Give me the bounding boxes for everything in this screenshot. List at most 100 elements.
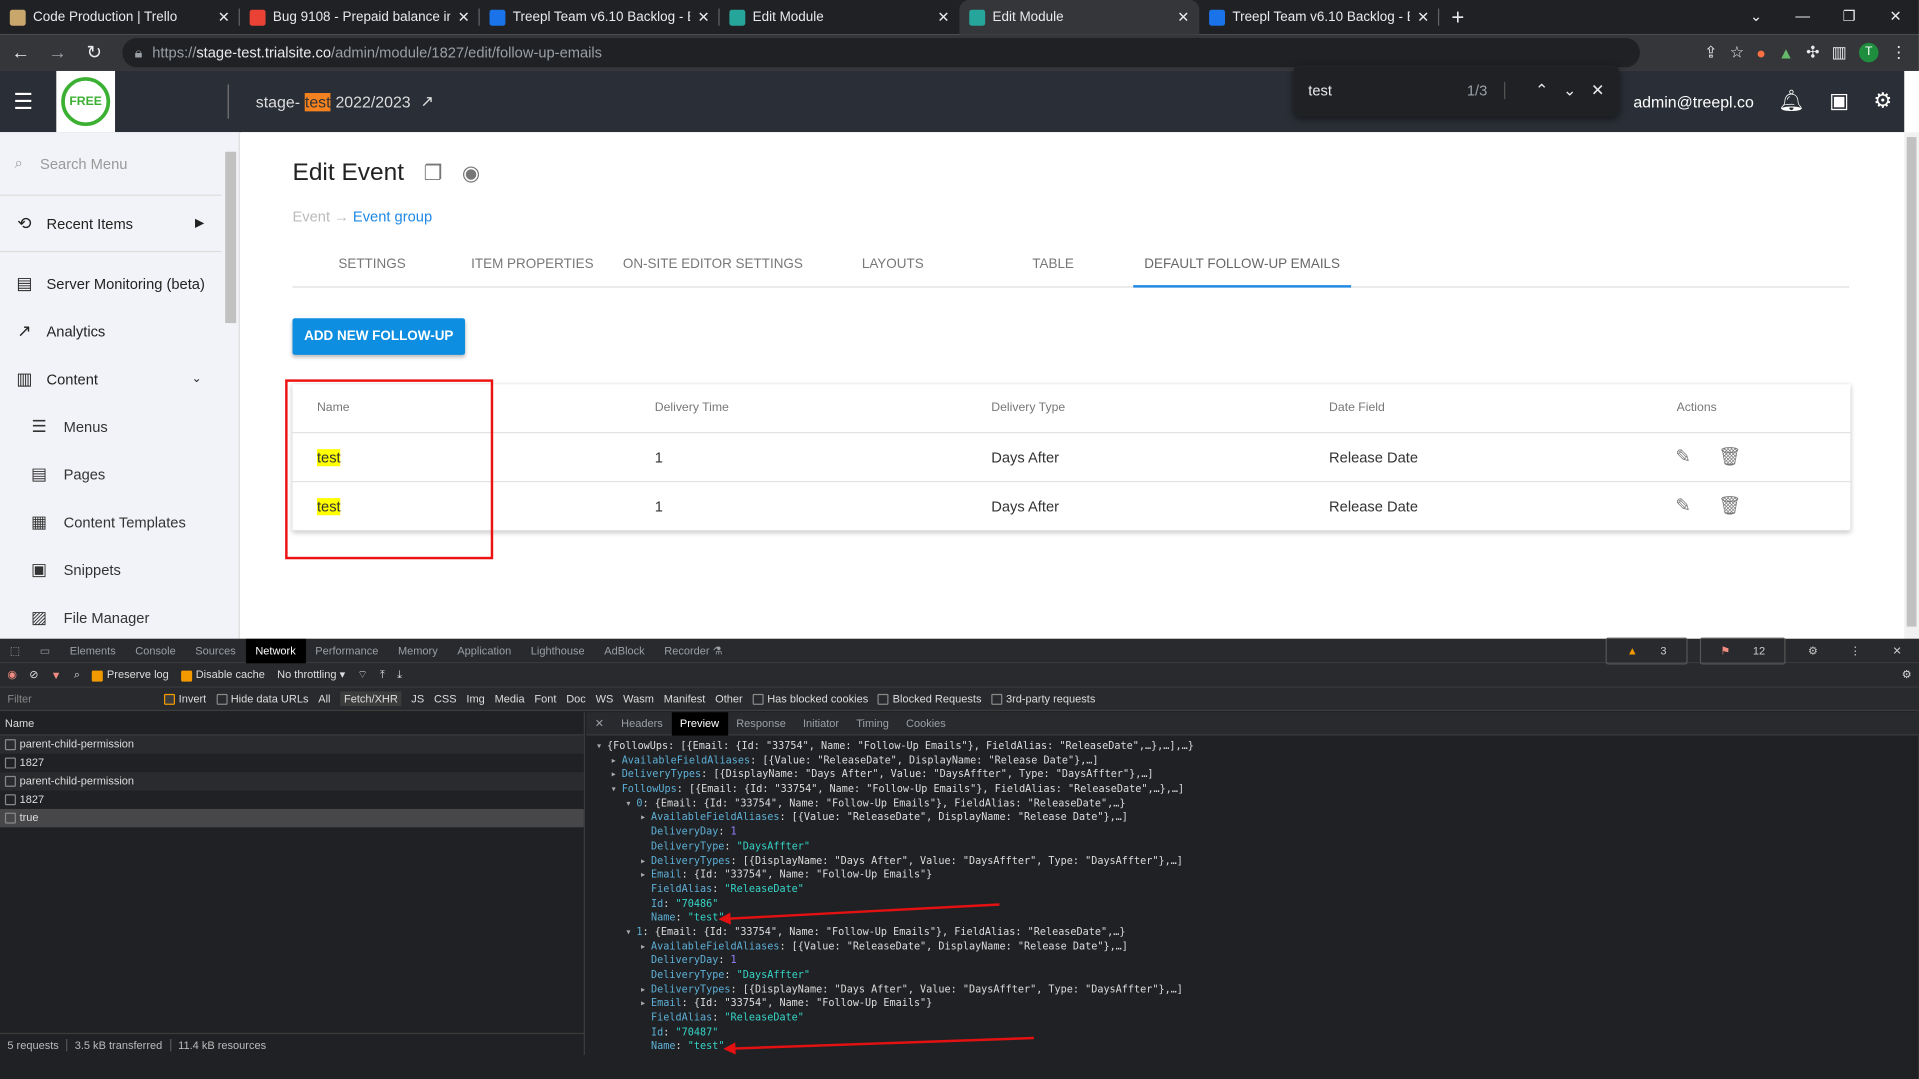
tab-on-site-editor-settings[interactable]: ON-SITE EDITOR SETTINGS — [613, 250, 812, 288]
find-next-button[interactable]: ⌄ — [1563, 81, 1576, 101]
invert-checkbox[interactable]: Invert — [163, 693, 206, 705]
table-row[interactable]: test 1 Days After Release Date ✎ 🗑︎ — [292, 482, 1851, 532]
close-tab-icon[interactable]: ✕ — [697, 9, 709, 26]
type-filter-fetch-xhr[interactable]: Fetch/XHR — [340, 691, 402, 707]
type-filter-ws[interactable]: WS — [596, 693, 614, 705]
new-tab-button[interactable]: + — [1439, 0, 1476, 34]
json-tree-line[interactable]: ▸ DeliveryTypes: [{DisplayName: "Days Aft… — [586, 854, 1919, 868]
collapsed-triangle-icon[interactable]: ▸ — [640, 854, 651, 868]
has-blocked-cookies-checkbox[interactable]: Has blocked cookies — [752, 693, 868, 705]
type-filter-other[interactable]: Other — [715, 693, 743, 705]
sidebar-item-content-templates[interactable]: ▦ Content Templates — [0, 498, 239, 546]
json-tree-line[interactable]: ▸ Email: {Id: "33754", Name: "Follow-Up E… — [586, 868, 1919, 882]
json-tree-line[interactable]: ▸ DeliveryTypes: [{DisplayName: "Days Aft… — [586, 982, 1919, 996]
tab-settings[interactable]: SETTINGS — [292, 250, 451, 288]
disable-cache-checkbox[interactable]: Disable cache — [181, 669, 265, 682]
extension-icon[interactable]: ● — [1756, 43, 1766, 61]
blocked-requests-checkbox[interactable]: Blocked Requests — [878, 693, 981, 705]
details-tab-initiator[interactable]: Initiator — [794, 712, 847, 735]
json-tree-line[interactable]: ▸ AvailableFieldAliases: [{Value: "Releas… — [586, 939, 1919, 953]
back-button[interactable]: ← — [5, 42, 37, 63]
close-tab-icon[interactable]: ✕ — [1177, 9, 1189, 26]
sidepanel-icon[interactable]: ▥ — [1832, 43, 1847, 63]
browser-tab[interactable]: Bug 9108 - Prepaid balance impr ✕ — [240, 0, 480, 34]
sidebar-item-content[interactable]: ▥ Content ⌄ — [0, 355, 239, 403]
type-filter-css[interactable]: CSS — [434, 693, 457, 705]
sidebar-item-snippets[interactable]: ▣ Snippets — [0, 546, 239, 594]
minimize-button[interactable]: — — [1779, 0, 1826, 34]
bookmark-star-icon[interactable]: ☆ — [1730, 43, 1744, 63]
filter-input[interactable]: Filter — [7, 693, 154, 705]
browser-tab[interactable]: Treepl Team v6.10 Backlog - Boar✕ — [480, 0, 720, 34]
search-icon[interactable]: ⌕ — [74, 668, 80, 681]
search-menu-input[interactable]: ⌕ Search Menu — [0, 132, 222, 196]
details-tab-preview[interactable]: Preview — [671, 711, 728, 735]
close-window-button[interactable]: ✕ — [1872, 0, 1919, 34]
external-link-icon[interactable]: ↗ — [420, 92, 433, 112]
collapsed-triangle-icon[interactable]: ▸ — [611, 768, 622, 782]
request-row[interactable]: parent-child-permission — [0, 735, 584, 754]
tab-default-follow-up-emails[interactable]: DEFAULT FOLLOW-UP EMAILS — [1133, 250, 1352, 288]
collapsed-triangle-icon[interactable]: ▸ — [640, 868, 651, 882]
close-tab-icon[interactable]: ✕ — [1417, 9, 1429, 26]
throttling-select[interactable]: No throttling ▾ — [277, 668, 345, 681]
column-header[interactable]: Delivery Type — [991, 384, 1065, 433]
json-tree-line[interactable]: ▸ DeliveryTypes: [{DisplayName: "Days Aft… — [586, 768, 1919, 782]
expanded-triangle-icon[interactable]: ▾ — [625, 796, 636, 810]
kebab-menu-icon[interactable]: ⋮ — [1891, 43, 1907, 63]
type-filter-font[interactable]: Font — [534, 693, 556, 705]
close-tab-icon[interactable]: ✕ — [937, 9, 949, 26]
details-tab-response[interactable]: Response — [728, 712, 795, 735]
site-logo[interactable]: FREE — [56, 70, 116, 133]
trash-icon[interactable]: 🗑︎ — [1718, 482, 1741, 531]
view-icon[interactable]: ◉ — [462, 161, 480, 185]
json-tree-line[interactable]: ▾ 0: {Email: {Id: "33754", Name: "Follow-… — [586, 796, 1919, 810]
type-filter-js[interactable]: JS — [411, 693, 424, 705]
network-conditions-icon[interactable]: ⌔ — [357, 668, 367, 681]
devtools-tab-recorder[interactable]: Recorder ⚗ — [654, 638, 732, 662]
json-tree-line[interactable]: ▾ 1: {Email: {Id: "33754", Name: "Follow-… — [586, 925, 1919, 939]
reload-button[interactable]: ↻ — [78, 42, 110, 64]
filter-icon[interactable]: ▼ — [51, 669, 62, 681]
url-input[interactable]: 🔒︎ https://stage-test.trialsite.co/admin… — [122, 37, 1640, 68]
close-tab-icon[interactable]: ✕ — [458, 9, 470, 26]
forward-button[interactable]: → — [42, 42, 74, 63]
gear-icon[interactable]: ⚙ — [1873, 89, 1892, 113]
expanded-triangle-icon[interactable]: ▾ — [625, 925, 636, 939]
profile-avatar[interactable]: T — [1858, 42, 1879, 63]
collapsed-triangle-icon[interactable]: ▸ — [640, 982, 651, 996]
json-tree-line[interactable]: ▸ Email: {Id: "33754", Name: "Follow-Up E… — [586, 997, 1919, 1011]
column-header[interactable]: Delivery Time — [655, 384, 729, 433]
trash-icon[interactable]: 🗑︎ — [1718, 433, 1741, 482]
sidebar-item-analytics[interactable]: ↗ Analytics — [0, 307, 239, 355]
table-row[interactable]: test 1 Days After Release Date ✎ 🗑︎ — [292, 433, 1851, 483]
clear-icon[interactable]: ⊘ — [29, 668, 38, 681]
request-row-selected[interactable]: true — [0, 808, 584, 828]
warnings-badge[interactable]: ▲ 3 — [1606, 637, 1688, 665]
record-icon[interactable]: ◉ — [7, 668, 17, 681]
collapsed-triangle-icon[interactable]: ▸ — [640, 811, 651, 825]
find-prev-button[interactable]: ⌃ — [1535, 81, 1548, 101]
sidebar-item-pages[interactable]: ▤ Pages — [0, 450, 239, 498]
close-tab-icon[interactable]: ✕ — [218, 9, 230, 26]
find-input[interactable]: test — [1308, 82, 1467, 99]
json-tree-line[interactable]: ▾ FollowUps: [{Email: {Id: "33754", Name:… — [586, 782, 1919, 796]
browser-tab[interactable]: Treepl Team v6.10 Backlog - Boar✕ — [1199, 0, 1440, 34]
export-har-icon[interactable]: ⤓ — [397, 668, 402, 681]
type-filter-img[interactable]: Img — [466, 693, 484, 705]
edit-icon[interactable]: ✎ — [1675, 433, 1690, 482]
scrollbar-thumb[interactable] — [225, 151, 237, 324]
sidebar-item-recent-items[interactable]: ⟲ Recent Items ▶ — [0, 196, 222, 253]
close-details-icon[interactable]: ✕ — [586, 712, 612, 735]
type-filter-manifest[interactable]: Manifest — [664, 693, 706, 705]
tab-layouts[interactable]: LAYOUTS — [813, 250, 973, 288]
devtools-tab-adblock[interactable]: AdBlock — [594, 638, 654, 662]
site-name-link[interactable]: stage-test 2022/2023 ↗ — [256, 92, 434, 112]
restore-button[interactable]: ❐ — [1826, 0, 1873, 34]
sidebar-item-menus[interactable]: ☰ Menus — [0, 403, 239, 451]
details-tab-cookies[interactable]: Cookies — [897, 712, 954, 735]
json-tree-line[interactable]: ▾ {FollowUps: [{Email: {Id: "33754", Name… — [586, 739, 1919, 753]
hamburger-icon[interactable]: ☰ — [0, 89, 47, 115]
copy-icon[interactable]: ❐ — [424, 161, 443, 185]
device-toggle-icon[interactable]: ▭ — [30, 638, 60, 662]
